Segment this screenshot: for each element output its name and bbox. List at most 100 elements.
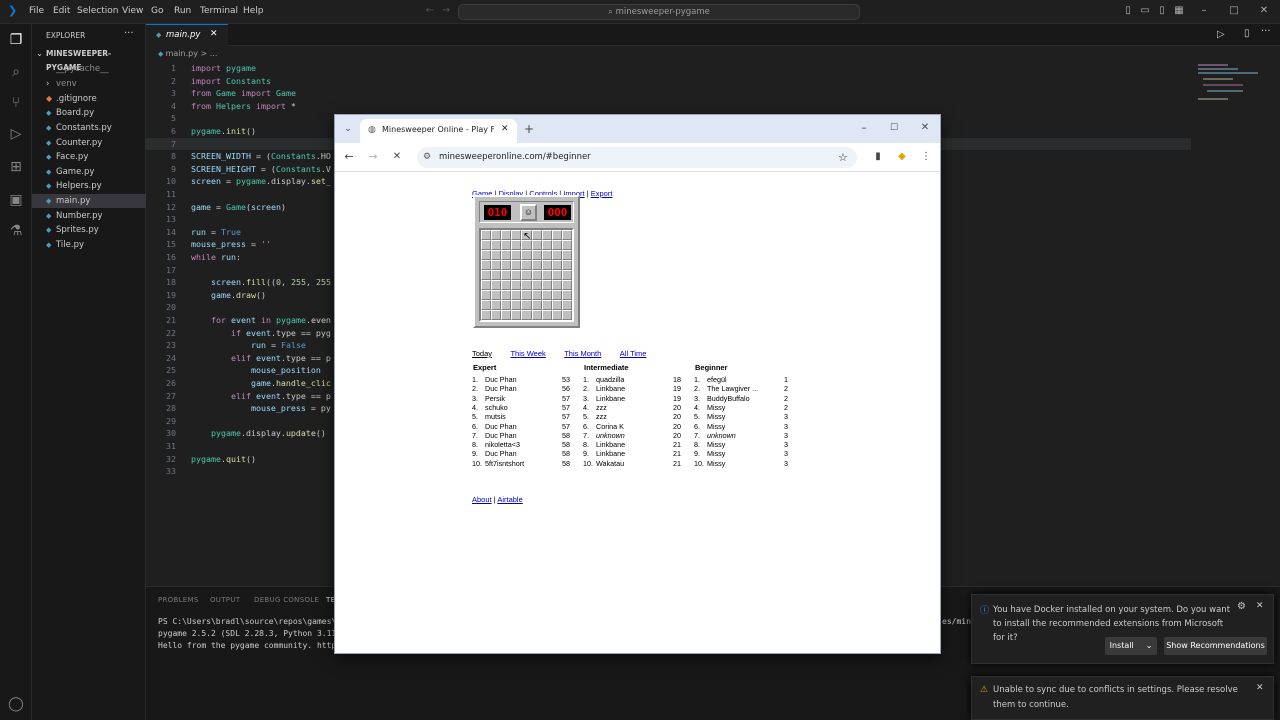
extensions-icon[interactable]: ⊞ — [6, 157, 26, 177]
minimap[interactable] — [1193, 62, 1263, 106]
mine-tile[interactable] — [531, 300, 542, 310]
code-line[interactable]: 4 from Helpers import * — [146, 100, 336, 113]
sidebar-item-constants[interactable]: ◆ Constants.py — [32, 121, 146, 135]
code-line[interactable]: 32 pygame.quit() — [146, 453, 336, 466]
extension-icon[interactable]: ◆ — [895, 150, 909, 164]
link-airtable[interactable]: Airtable — [497, 495, 522, 504]
sidebar-item-tile[interactable]: ◆ Tile.py — [32, 238, 146, 252]
side-panel-icon[interactable]: ▮ — [871, 150, 885, 164]
code-line[interactable]: 25 mouse_position — [146, 364, 336, 377]
nav-back-icon[interactable]: ← — [424, 5, 436, 17]
more-actions-icon[interactable]: ··· — [124, 28, 134, 39]
mine-tile[interactable] — [511, 310, 522, 320]
bookmark-star-icon[interactable]: ☆ — [838, 147, 848, 168]
mine-tile[interactable] — [491, 310, 502, 320]
close-tab-icon[interactable]: ✕ — [501, 124, 509, 134]
tab-main-py[interactable]: ◆ main.py ✕ — [146, 24, 228, 46]
mine-tile[interactable] — [561, 270, 572, 280]
mine-tile[interactable] — [561, 300, 572, 310]
sidebar-item-board[interactable]: ◆ Board.py — [32, 106, 146, 120]
mine-tile[interactable] — [551, 270, 562, 280]
sidebar-item-sprites[interactable]: ◆ Sprites.py — [32, 223, 146, 237]
mine-tile[interactable] — [531, 250, 542, 260]
minimize-icon[interactable]: – — [1198, 5, 1210, 17]
project-folder[interactable]: ⌄ MINESWEEPER-PYGAME — [32, 47, 146, 72]
toggle-sidebar-icon[interactable]: ▯ — [1122, 5, 1134, 17]
code-line[interactable]: 22 if event.type == pyg — [146, 327, 336, 340]
code-line[interactable]: 21 for event in pygame.even — [146, 314, 336, 327]
mine-tile[interactable] — [561, 250, 572, 260]
period-this-month[interactable]: This Month — [564, 349, 601, 358]
command-center[interactable]: ⌕ minesweeper-pygame — [458, 4, 860, 20]
code-line[interactable]: 19 game.draw() — [146, 289, 336, 302]
code-line[interactable]: 30 pygame.display.update() — [146, 427, 336, 440]
mine-tile[interactable] — [511, 270, 522, 280]
mine-tile[interactable] — [481, 250, 492, 260]
mine-tile[interactable] — [561, 280, 572, 290]
code-line[interactable]: 1 import pygame — [146, 62, 336, 75]
code-line[interactable]: 11 — [146, 188, 336, 201]
mine-tile[interactable] — [561, 260, 572, 270]
tab-output[interactable]: OUTPUT — [210, 596, 240, 604]
site-info-icon[interactable]: ⚙ — [423, 147, 431, 168]
run-file-icon[interactable]: ▷ — [1217, 29, 1225, 40]
sidebar-item-pycache[interactable]: › __pycache__ — [32, 62, 146, 76]
source-control-icon[interactable]: ⑂ — [6, 93, 26, 113]
code-line[interactable]: 14 run = True — [146, 226, 336, 239]
mine-tile[interactable] — [531, 280, 542, 290]
mine-tile[interactable] — [491, 260, 502, 270]
mine-tile[interactable] — [531, 290, 542, 300]
mine-tile[interactable] — [541, 300, 552, 310]
mine-tile[interactable] — [521, 300, 532, 310]
remote-explorer-icon[interactable]: ▣ — [6, 190, 26, 210]
browser-tab[interactable]: ◍ Minesweeper Online - Play Free ✕ — [360, 119, 517, 143]
smiley-face-button[interactable]: ☺ — [520, 204, 537, 221]
code-line[interactable]: 6 pygame.init() — [146, 125, 336, 138]
mine-tile[interactable] — [481, 280, 492, 290]
menu-edit[interactable]: Edit — [53, 6, 70, 16]
sidebar-item-face[interactable]: ◆ Face.py — [32, 150, 146, 164]
search-icon[interactable]: ⌕ — [6, 62, 26, 82]
sidebar-item-helpers[interactable]: ◆ Helpers.py — [32, 179, 146, 193]
gear-icon[interactable]: ⚙ — [1237, 601, 1246, 612]
mine-tile[interactable] — [531, 230, 542, 240]
code-line[interactable]: 18 screen.fill((0, 255, 255 — [146, 276, 336, 289]
new-tab-icon[interactable]: + — [522, 122, 536, 136]
mine-tile[interactable] — [531, 260, 542, 270]
sidebar-item-number[interactable]: ◆ Number.py — [32, 209, 146, 223]
mine-tile[interactable] — [541, 250, 552, 260]
code-line[interactable]: 12 game = Game(screen) — [146, 201, 336, 214]
mine-tile[interactable] — [541, 280, 552, 290]
mine-tile[interactable] — [481, 270, 492, 280]
close-icon[interactable]: ✕ — [918, 121, 932, 135]
mine-tile[interactable] — [551, 300, 562, 310]
mine-tile[interactable] — [491, 280, 502, 290]
mine-tile[interactable] — [561, 310, 572, 320]
code-line[interactable]: 5 — [146, 112, 336, 125]
mine-tile[interactable] — [561, 230, 572, 240]
period-this-week[interactable]: This Week — [510, 349, 545, 358]
mine-tile[interactable] — [481, 290, 492, 300]
maximize-icon[interactable]: □ — [1228, 5, 1240, 17]
mine-tile[interactable] — [481, 260, 492, 270]
code-line[interactable]: 23 run = False — [146, 339, 336, 352]
mine-tile[interactable] — [551, 280, 562, 290]
forward-icon[interactable]: → — [366, 150, 380, 164]
sidebar-item-venv[interactable]: › venv — [32, 77, 146, 91]
code-line[interactable]: 17 — [146, 264, 336, 277]
split-editor-icon[interactable]: ▯ — [1244, 28, 1250, 39]
mine-tile[interactable] — [501, 250, 512, 260]
menu-go[interactable]: Go — [151, 6, 163, 16]
close-icon[interactable]: ✕ — [1258, 5, 1270, 17]
customize-layout-icon[interactable]: ▦ — [1173, 5, 1185, 17]
more-actions-icon[interactable]: ··· — [1261, 26, 1271, 37]
run-debug-icon[interactable]: ▷ — [6, 124, 26, 144]
link-about[interactable]: About — [472, 495, 492, 504]
code-line[interactable]: 28 mouse_press = py — [146, 402, 336, 415]
code-line[interactable]: 33 — [146, 465, 336, 478]
mine-tile[interactable] — [541, 240, 552, 250]
sidebar-item-gitignore[interactable]: ◆ .gitignore — [32, 92, 146, 106]
mine-tile[interactable] — [501, 270, 512, 280]
link-export[interactable]: Export — [591, 189, 613, 198]
code-line[interactable]: 3 from Game import Game — [146, 87, 336, 100]
